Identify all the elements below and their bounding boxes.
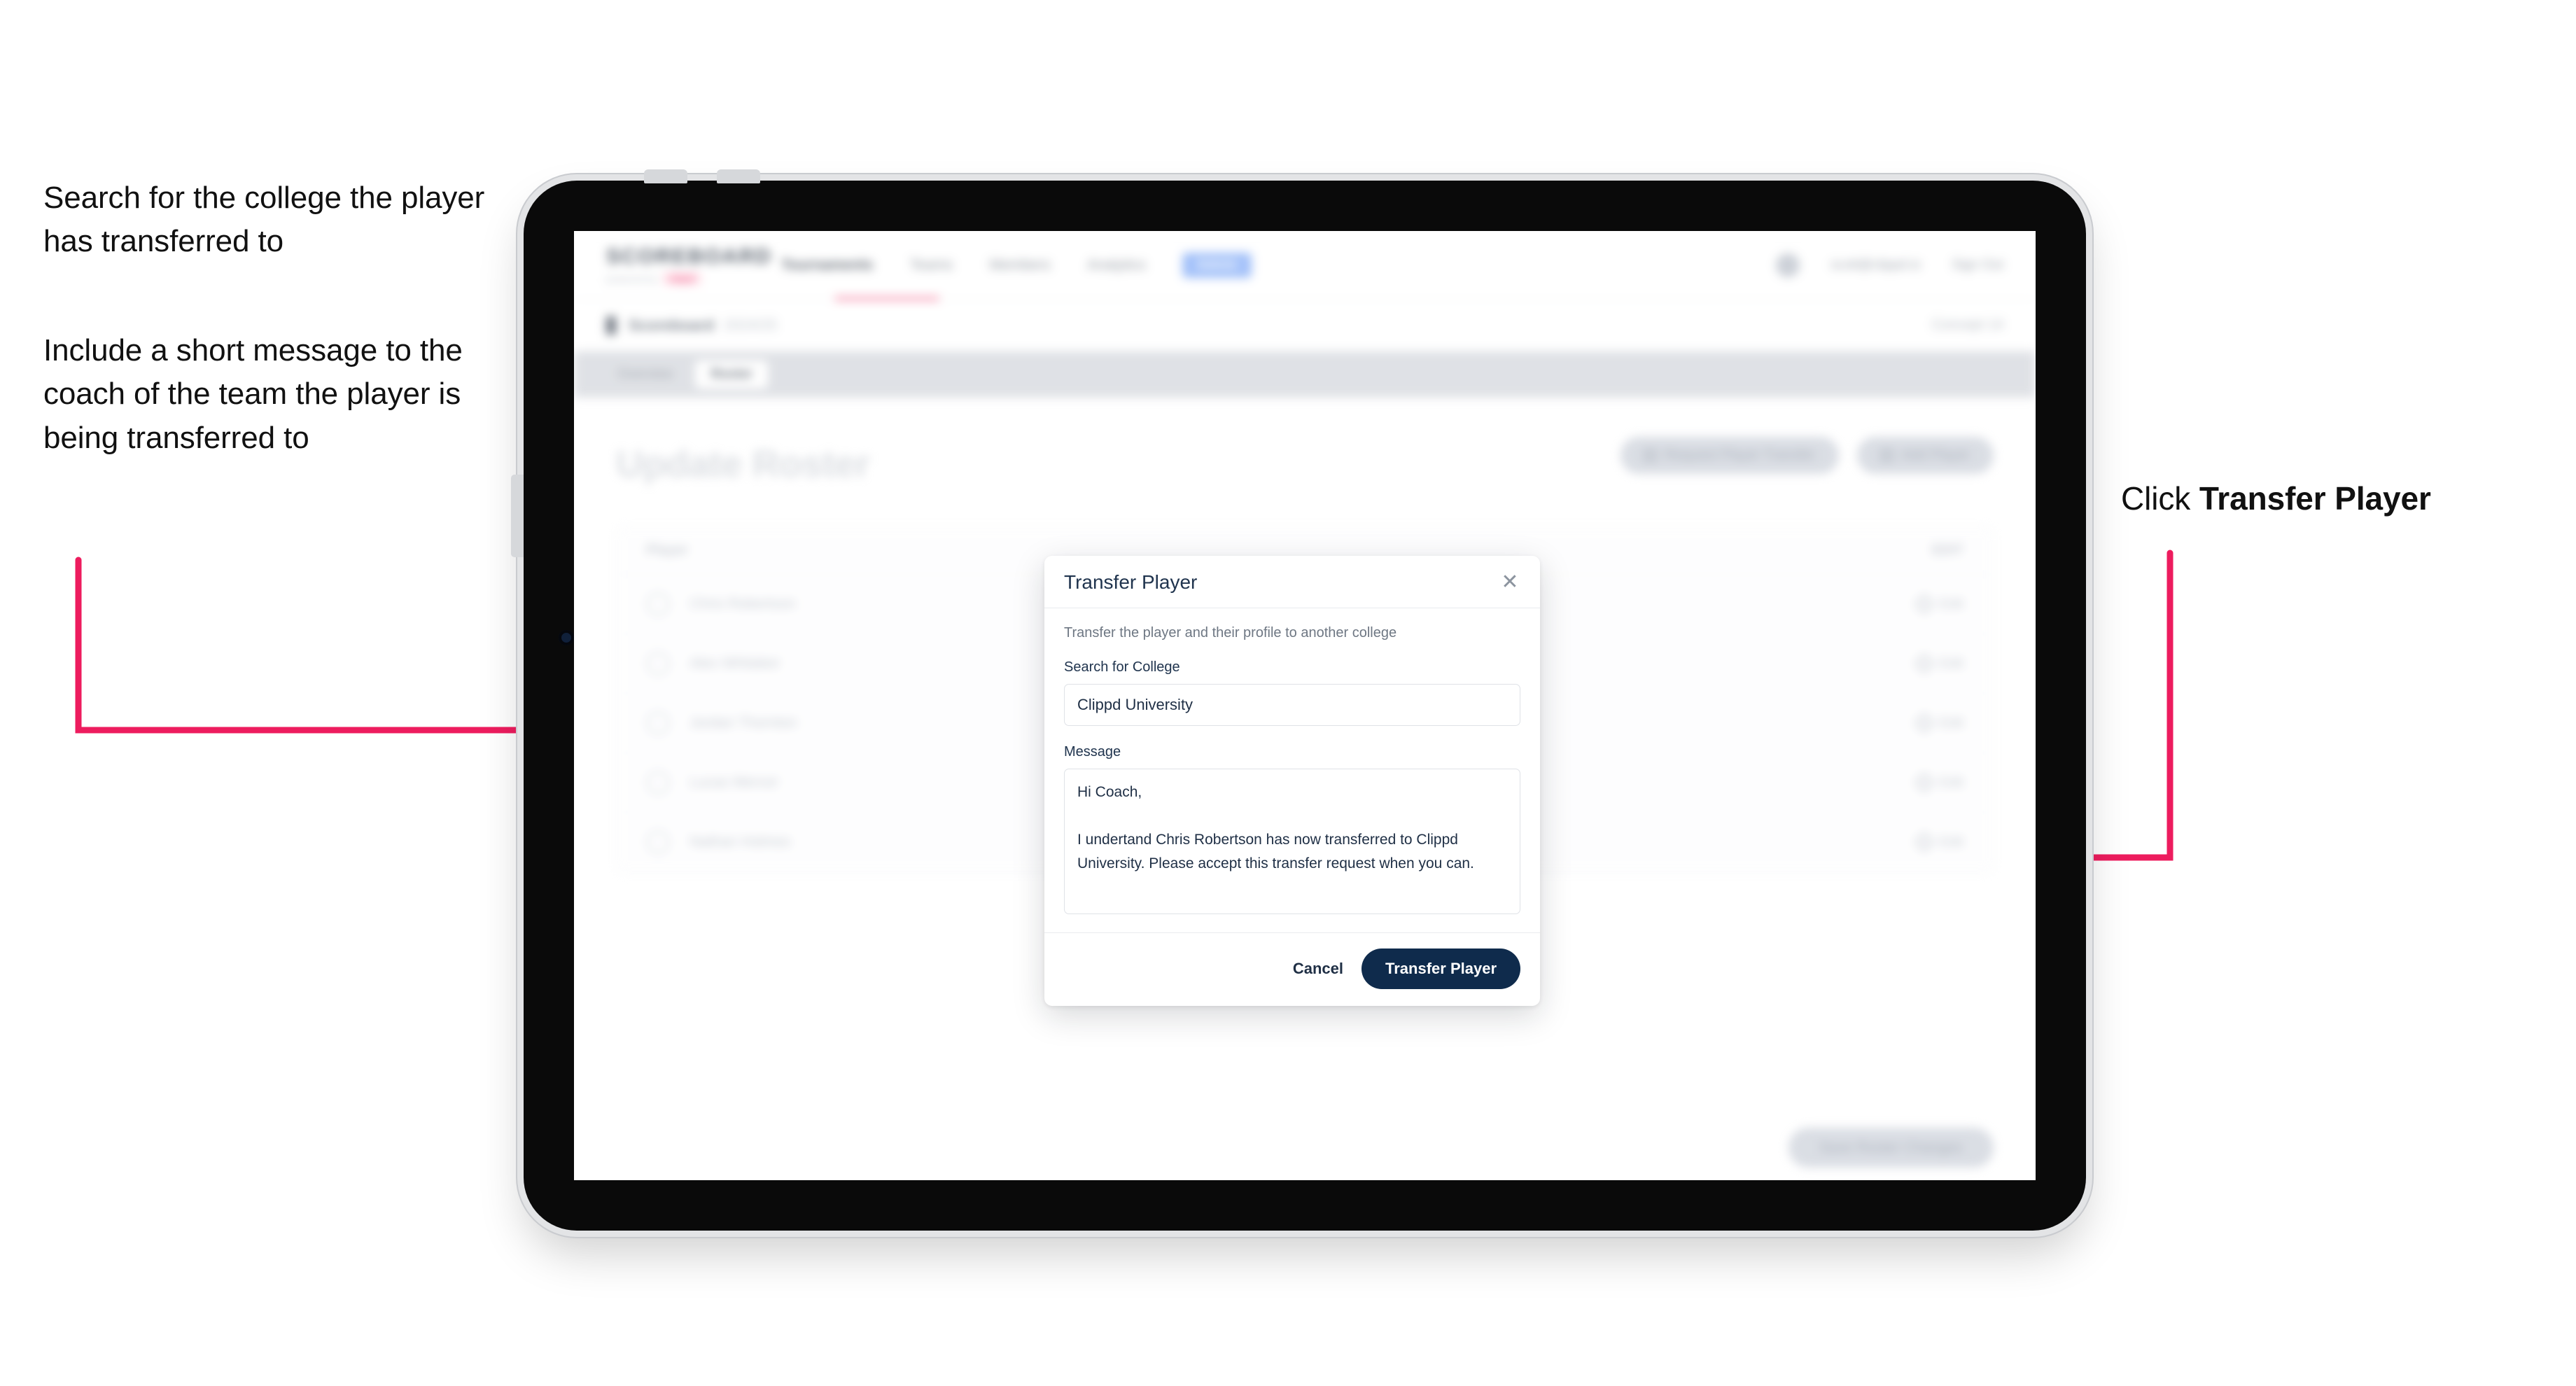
page-tabs: Overview Roster bbox=[574, 351, 2036, 398]
add-player-label: Add Player bbox=[1901, 447, 1970, 463]
college-field-label: Search for College bbox=[1064, 659, 1180, 675]
front-camera bbox=[559, 630, 574, 645]
edit-button[interactable]: Edit bbox=[1914, 772, 1963, 793]
edit-button[interactable]: Edit bbox=[1914, 594, 1963, 615]
roster-col-player: Player bbox=[646, 542, 689, 558]
pencil-icon bbox=[1914, 653, 1934, 674]
transfer-player-dialog: Transfer Player ✕ Transfer the player an… bbox=[1044, 556, 1540, 1006]
player-name: Jordan Thornton bbox=[690, 715, 797, 731]
logo-powered-by: powered by bbox=[606, 273, 658, 284]
cancel-button[interactable]: Cancel bbox=[1293, 960, 1343, 978]
edit-label: Edit bbox=[1939, 774, 1963, 790]
annotation-click-transfer: Click Transfer Player bbox=[2121, 476, 2555, 522]
edit-button[interactable]: Edit bbox=[1914, 713, 1963, 734]
transfer-icon bbox=[1644, 449, 1656, 461]
nav-item-members[interactable]: Members bbox=[989, 257, 1051, 274]
volume-up-button bbox=[644, 169, 687, 183]
user-email: scott@clippd.io bbox=[1830, 257, 1921, 272]
logo-subtitle: powered by clippd bbox=[606, 272, 743, 285]
edit-label: Edit bbox=[1939, 655, 1963, 671]
save-roster-changes-button[interactable]: Save Roster Changes bbox=[1788, 1128, 1994, 1168]
nav-item-tournaments[interactable]: Tournaments bbox=[781, 257, 873, 274]
screenshot-stage: Search for the college the player has tr… bbox=[0, 0, 2576, 1386]
dialog-title: Transfer Player bbox=[1064, 571, 1198, 593]
tablet-screen: SCOREBOARD powered by clippd Tournaments… bbox=[574, 231, 2036, 1180]
breadcrumb-icon bbox=[606, 316, 616, 335]
breadcrumb: Scoreboard 2024/25 Concept 14 bbox=[574, 300, 2036, 351]
message-field-label: Message bbox=[1064, 744, 1121, 760]
row-checkbox[interactable] bbox=[646, 652, 670, 676]
player-name: Nathan Holmes bbox=[690, 834, 791, 850]
dialog-description: Transfer the player and their profile to… bbox=[1064, 625, 1397, 640]
volume-down-button bbox=[717, 169, 760, 183]
row-checkbox[interactable] bbox=[646, 830, 670, 854]
breadcrumb-main[interactable]: Scoreboard bbox=[629, 316, 714, 335]
annotation-include-message: Include a short message to the coach of … bbox=[43, 333, 463, 455]
pencil-icon bbox=[1914, 594, 1934, 615]
power-button bbox=[511, 475, 524, 557]
player-name: Chris Robertson bbox=[690, 596, 796, 612]
nav-right-group: scott@clippd.io Sign Out bbox=[1775, 253, 2003, 277]
transfer-player-button[interactable]: Transfer Player bbox=[1362, 948, 1520, 989]
tab-roster[interactable]: Roster bbox=[695, 360, 769, 388]
annotation-search-college: Search for the college the player has tr… bbox=[43, 181, 485, 259]
nav-active-underline bbox=[834, 297, 939, 300]
tab-overview[interactable]: Overview bbox=[602, 360, 688, 388]
row-checkbox[interactable] bbox=[646, 771, 670, 794]
edit-label: Edit bbox=[1939, 834, 1963, 850]
pencil-icon bbox=[1914, 772, 1934, 793]
dialog-body: Transfer the player and their profile to… bbox=[1044, 608, 1540, 932]
message-textarea[interactable]: Hi Coach, I undertand Chris Robertson ha… bbox=[1064, 769, 1520, 914]
app-logo[interactable]: SCOREBOARD powered by clippd bbox=[606, 245, 772, 285]
row-checkbox[interactable] bbox=[646, 592, 670, 616]
logo-clippd-pill: clippd bbox=[663, 272, 701, 285]
annotation-right-bold: Transfer Player bbox=[2199, 480, 2431, 517]
player-name: Lucas Mercer bbox=[690, 774, 779, 790]
app-navbar: SCOREBOARD powered by clippd Tournaments… bbox=[574, 231, 2036, 300]
logo-text: SCOREBOARD bbox=[606, 245, 772, 268]
nav-admin-badge[interactable]: Admin bbox=[1182, 252, 1252, 278]
dialog-footer: Cancel Transfer Player bbox=[1044, 932, 1540, 1006]
close-icon[interactable]: ✕ bbox=[1499, 572, 1520, 593]
edit-label: Edit bbox=[1939, 596, 1963, 612]
pencil-icon bbox=[1914, 832, 1934, 853]
edit-label: Edit bbox=[1939, 715, 1963, 731]
request-player-transfer-button[interactable]: Request Player Transfer bbox=[1620, 437, 1840, 474]
nav-item-analytics[interactable]: Analytics bbox=[1087, 257, 1146, 274]
request-player-transfer-label: Request Player Transfer bbox=[1664, 447, 1816, 463]
edit-button[interactable]: Edit bbox=[1914, 832, 1963, 853]
search-college-input[interactable]: Clippd University bbox=[1064, 684, 1520, 726]
pencil-icon bbox=[1914, 713, 1934, 734]
tablet-device-frame: SCOREBOARD powered by clippd Tournaments… bbox=[511, 169, 2086, 1231]
sign-out-link[interactable]: Sign Out bbox=[1952, 258, 2003, 273]
page-actions: Request Player Transfer Add Player bbox=[1620, 437, 1994, 474]
annotation-right-prefix: Click bbox=[2121, 480, 2199, 517]
player-name: Alex Whitaker bbox=[690, 655, 780, 671]
nav-item-teams[interactable]: Teams bbox=[909, 257, 953, 274]
plus-icon bbox=[1881, 449, 1893, 461]
breadcrumb-right[interactable]: Concept 14 bbox=[1932, 317, 2003, 333]
breadcrumb-sub: 2024/25 bbox=[724, 316, 778, 333]
add-player-button[interactable]: Add Player bbox=[1857, 437, 1994, 474]
row-checkbox[interactable] bbox=[646, 711, 670, 735]
nav-items: Tournaments Teams Members Analytics Admi… bbox=[781, 252, 1252, 278]
roster-col-edit: EDIT bbox=[1931, 542, 1963, 558]
avatar[interactable] bbox=[1775, 253, 1800, 277]
roster-footer: Save Roster Changes bbox=[1788, 1128, 1994, 1180]
edit-button[interactable]: Edit bbox=[1914, 653, 1963, 674]
dialog-header: Transfer Player ✕ bbox=[1044, 556, 1540, 608]
